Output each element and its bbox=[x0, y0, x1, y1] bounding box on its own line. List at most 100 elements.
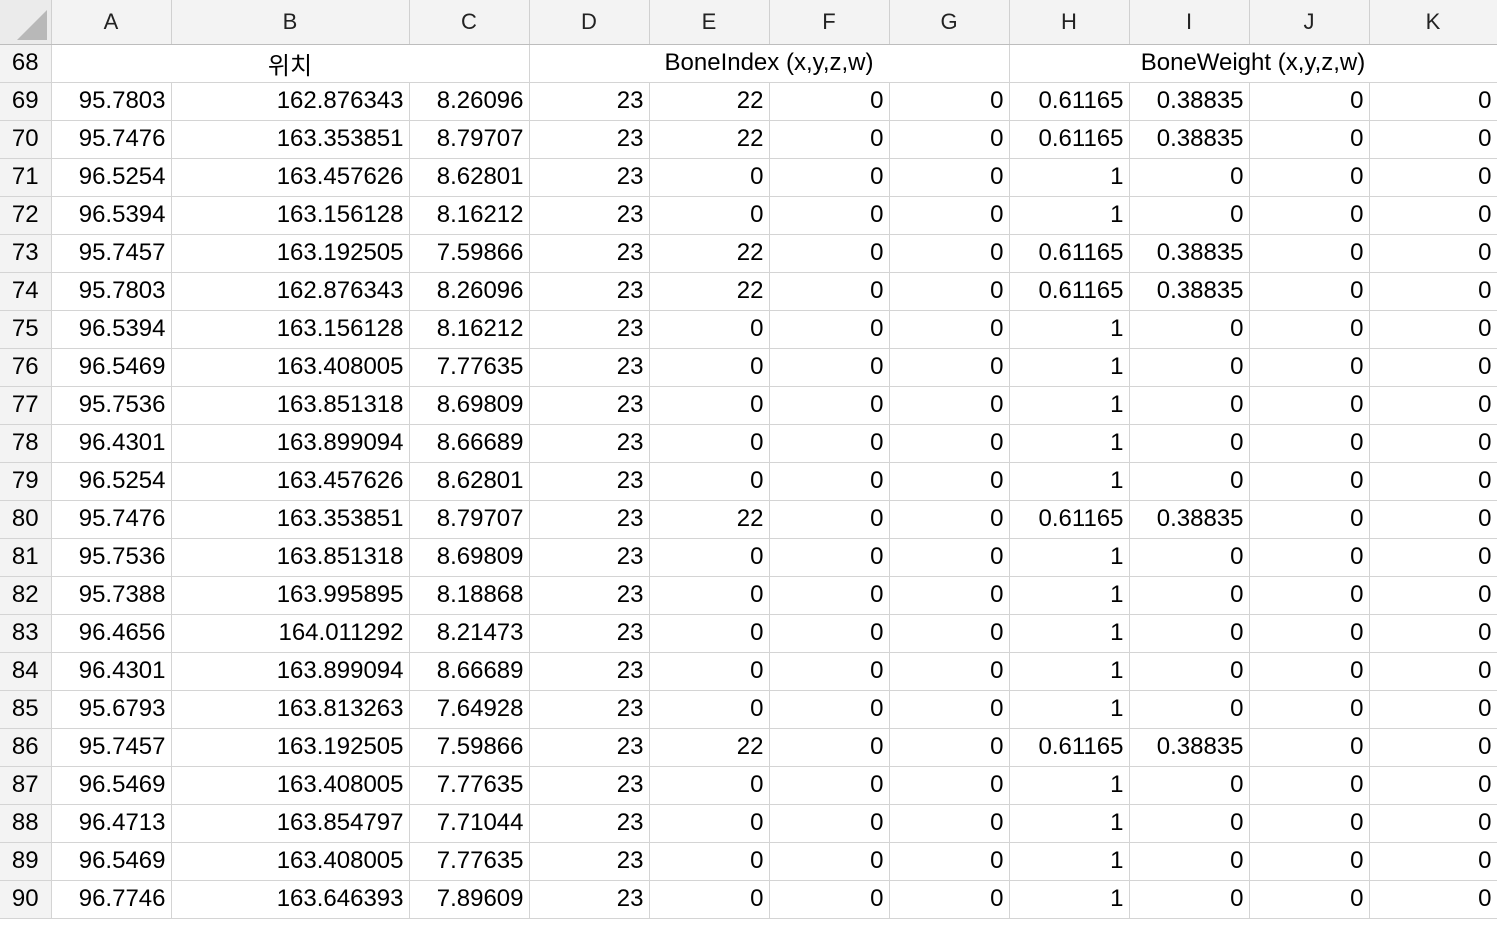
column-header-c[interactable]: C bbox=[409, 0, 530, 45]
row-header[interactable]: 88 bbox=[0, 804, 52, 843]
cell-a[interactable]: 96.7746 bbox=[51, 880, 172, 919]
cell-b[interactable]: 163.899094 bbox=[171, 652, 410, 691]
cell-b[interactable]: 163.899094 bbox=[171, 424, 410, 463]
cell-c[interactable]: 7.89609 bbox=[409, 880, 530, 919]
cell-b[interactable]: 164.011292 bbox=[171, 614, 410, 653]
cell-k[interactable]: 0 bbox=[1369, 386, 1497, 425]
cell-c[interactable]: 8.26096 bbox=[409, 272, 530, 311]
cell-a[interactable]: 96.4713 bbox=[51, 804, 172, 843]
cell-f[interactable]: 0 bbox=[769, 82, 890, 121]
cell-g[interactable]: 0 bbox=[889, 614, 1010, 653]
cell-k[interactable]: 0 bbox=[1369, 82, 1497, 121]
cell-j[interactable]: 0 bbox=[1249, 842, 1370, 881]
cell-c[interactable]: 8.79707 bbox=[409, 120, 530, 159]
row-header[interactable]: 77 bbox=[0, 386, 52, 425]
cell-h[interactable]: 1 bbox=[1009, 804, 1130, 843]
cell-a[interactable]: 95.7803 bbox=[51, 272, 172, 311]
cell-h[interactable]: 1 bbox=[1009, 158, 1130, 197]
cell-e[interactable]: 0 bbox=[649, 576, 770, 615]
cell-f[interactable]: 0 bbox=[769, 234, 890, 273]
cell-j[interactable]: 0 bbox=[1249, 462, 1370, 501]
cell-g[interactable]: 0 bbox=[889, 196, 1010, 235]
column-header-h[interactable]: H bbox=[1009, 0, 1130, 45]
cell-g[interactable]: 0 bbox=[889, 652, 1010, 691]
cell-k[interactable]: 0 bbox=[1369, 462, 1497, 501]
cell-a[interactable]: 96.5394 bbox=[51, 196, 172, 235]
cell-f[interactable]: 0 bbox=[769, 462, 890, 501]
row-header[interactable]: 87 bbox=[0, 766, 52, 805]
column-header-e[interactable]: E bbox=[649, 0, 770, 45]
column-header-k[interactable]: K bbox=[1369, 0, 1497, 45]
cell-c[interactable]: 7.71044 bbox=[409, 804, 530, 843]
cell-a[interactable]: 96.5469 bbox=[51, 348, 172, 387]
cell-g[interactable]: 0 bbox=[889, 234, 1010, 273]
cell-b[interactable]: 163.192505 bbox=[171, 234, 410, 273]
cell-e[interactable]: 0 bbox=[649, 386, 770, 425]
row-header[interactable]: 86 bbox=[0, 728, 52, 767]
row-header[interactable]: 68 bbox=[0, 44, 52, 83]
cell-i[interactable]: 0 bbox=[1129, 652, 1250, 691]
cell-f[interactable]: 0 bbox=[769, 614, 890, 653]
cell-e[interactable]: 0 bbox=[649, 310, 770, 349]
cell-d[interactable]: 23 bbox=[529, 842, 650, 881]
bone-index-header-cell[interactable]: BoneIndex (x,y,z,w) bbox=[529, 44, 1010, 83]
cell-d[interactable]: 23 bbox=[529, 766, 650, 805]
cell-f[interactable]: 0 bbox=[769, 386, 890, 425]
cell-d[interactable]: 23 bbox=[529, 500, 650, 539]
cell-i[interactable]: 0 bbox=[1129, 690, 1250, 729]
cell-a[interactable]: 96.4301 bbox=[51, 652, 172, 691]
cell-i[interactable]: 0.38835 bbox=[1129, 728, 1250, 767]
cell-b[interactable]: 163.156128 bbox=[171, 310, 410, 349]
cell-h[interactable]: 1 bbox=[1009, 462, 1130, 501]
cell-k[interactable]: 0 bbox=[1369, 158, 1497, 197]
cell-k[interactable]: 0 bbox=[1369, 272, 1497, 311]
cell-h[interactable]: 1 bbox=[1009, 538, 1130, 577]
row-header[interactable]: 75 bbox=[0, 310, 52, 349]
cell-g[interactable]: 0 bbox=[889, 728, 1010, 767]
cell-b[interactable]: 163.408005 bbox=[171, 766, 410, 805]
cell-h[interactable]: 0.61165 bbox=[1009, 500, 1130, 539]
column-header-i[interactable]: I bbox=[1129, 0, 1250, 45]
cell-g[interactable]: 0 bbox=[889, 386, 1010, 425]
cell-h[interactable]: 1 bbox=[1009, 842, 1130, 881]
cell-j[interactable]: 0 bbox=[1249, 728, 1370, 767]
cell-h[interactable]: 1 bbox=[1009, 424, 1130, 463]
cell-g[interactable]: 0 bbox=[889, 310, 1010, 349]
cell-j[interactable]: 0 bbox=[1249, 196, 1370, 235]
column-header-d[interactable]: D bbox=[529, 0, 650, 45]
cell-e[interactable]: 0 bbox=[649, 348, 770, 387]
row-header[interactable]: 69 bbox=[0, 82, 52, 121]
row-header[interactable]: 73 bbox=[0, 234, 52, 273]
cell-e[interactable]: 0 bbox=[649, 842, 770, 881]
cell-f[interactable]: 0 bbox=[769, 272, 890, 311]
cell-j[interactable]: 0 bbox=[1249, 690, 1370, 729]
cell-i[interactable]: 0 bbox=[1129, 766, 1250, 805]
cell-d[interactable]: 23 bbox=[529, 272, 650, 311]
cell-k[interactable]: 0 bbox=[1369, 576, 1497, 615]
cell-b[interactable]: 162.876343 bbox=[171, 82, 410, 121]
cell-d[interactable]: 23 bbox=[529, 614, 650, 653]
cell-f[interactable]: 0 bbox=[769, 196, 890, 235]
cell-e[interactable]: 0 bbox=[649, 462, 770, 501]
column-header-j[interactable]: J bbox=[1249, 0, 1370, 45]
row-header[interactable]: 74 bbox=[0, 272, 52, 311]
cell-e[interactable]: 0 bbox=[649, 690, 770, 729]
cell-g[interactable]: 0 bbox=[889, 842, 1010, 881]
cell-d[interactable]: 23 bbox=[529, 348, 650, 387]
cell-e[interactable]: 0 bbox=[649, 538, 770, 577]
cell-k[interactable]: 0 bbox=[1369, 652, 1497, 691]
cell-d[interactable]: 23 bbox=[529, 196, 650, 235]
cell-e[interactable]: 0 bbox=[649, 804, 770, 843]
cell-b[interactable]: 163.156128 bbox=[171, 196, 410, 235]
cell-f[interactable]: 0 bbox=[769, 120, 890, 159]
cell-f[interactable]: 0 bbox=[769, 880, 890, 919]
row-header[interactable]: 76 bbox=[0, 348, 52, 387]
cell-k[interactable]: 0 bbox=[1369, 234, 1497, 273]
cell-c[interactable]: 8.69809 bbox=[409, 538, 530, 577]
column-header-g[interactable]: G bbox=[889, 0, 1010, 45]
cell-b[interactable]: 163.646393 bbox=[171, 880, 410, 919]
cell-a[interactable]: 95.7536 bbox=[51, 538, 172, 577]
cell-e[interactable]: 0 bbox=[649, 880, 770, 919]
cell-a[interactable]: 96.5469 bbox=[51, 842, 172, 881]
cell-d[interactable]: 23 bbox=[529, 158, 650, 197]
